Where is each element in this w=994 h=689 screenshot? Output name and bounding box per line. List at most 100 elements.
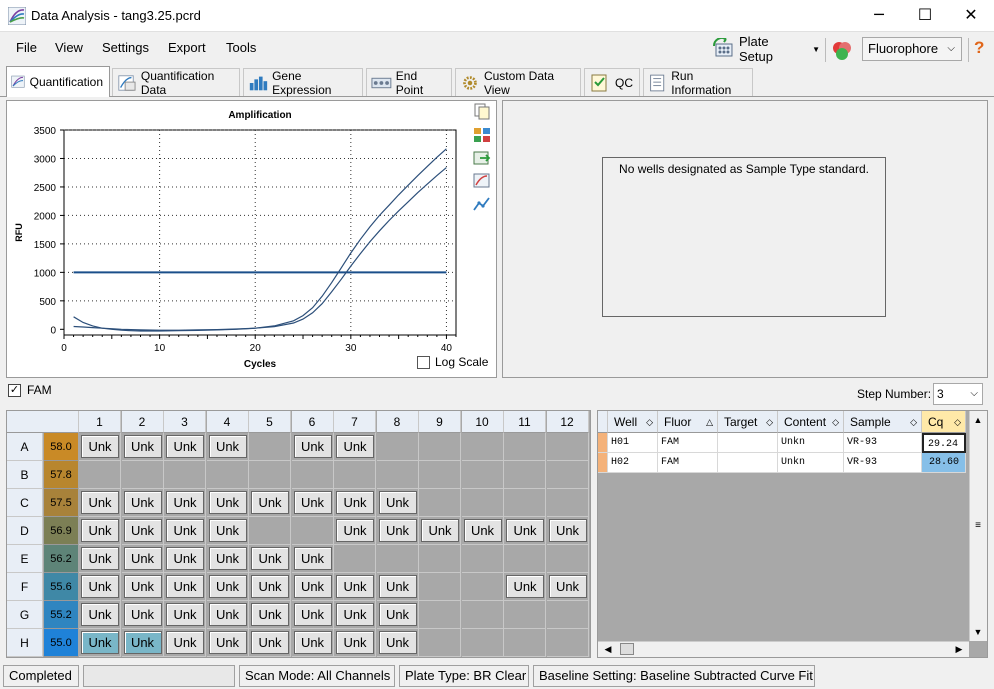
well-C08[interactable]: Unk — [376, 489, 419, 517]
well-F11[interactable]: Unk — [504, 573, 546, 601]
well-A02[interactable]: Unk — [121, 433, 164, 461]
well-D11[interactable]: Unk — [504, 517, 546, 545]
well-G11[interactable] — [504, 601, 546, 629]
well-H02[interactable]: Unk — [121, 629, 164, 657]
well-E12[interactable] — [546, 545, 589, 573]
well-G08[interactable]: Unk — [376, 601, 419, 629]
well-E11[interactable] — [504, 545, 546, 573]
well-D09[interactable]: Unk — [419, 517, 461, 545]
well-A03[interactable]: Unk — [164, 433, 206, 461]
fluorophore-select[interactable]: Fluorophore ⌵ — [862, 37, 962, 61]
grid-cell-well[interactable]: H02 — [608, 453, 658, 473]
well-G03[interactable]: Unk — [164, 601, 206, 629]
row-selector[interactable] — [598, 453, 608, 473]
menu-export[interactable]: Export — [168, 40, 206, 55]
well-C07[interactable]: Unk — [334, 489, 376, 517]
column-header-7[interactable]: 7 — [334, 411, 376, 433]
tab-run-information[interactable]: Run Information — [643, 68, 753, 97]
grid-cell-target[interactable] — [718, 453, 778, 473]
well-B10[interactable] — [461, 461, 504, 489]
well-E10[interactable] — [461, 545, 504, 573]
well-B12[interactable] — [546, 461, 589, 489]
well-H05[interactable]: Unk — [249, 629, 291, 657]
well-B01[interactable] — [79, 461, 121, 489]
well-A06[interactable]: Unk — [291, 433, 334, 461]
row-header-D[interactable]: D — [7, 517, 43, 545]
menu-file[interactable]: File — [16, 40, 37, 55]
column-header-9[interactable]: 9 — [419, 411, 461, 433]
scrollbar-thumb[interactable] — [620, 643, 634, 655]
well-F03[interactable]: Unk — [164, 573, 206, 601]
well-D03[interactable]: Unk — [164, 517, 206, 545]
horizontal-scrollbar[interactable] — [598, 641, 969, 657]
well-A01[interactable]: Unk — [79, 433, 121, 461]
well-A12[interactable] — [546, 433, 589, 461]
well-E02[interactable]: Unk — [121, 545, 164, 573]
well-A10[interactable] — [461, 433, 504, 461]
well-D01[interactable]: Unk — [79, 517, 121, 545]
grid-cell-sample[interactable]: VR-93 — [844, 453, 922, 473]
well-G09[interactable] — [419, 601, 461, 629]
well-C02[interactable]: Unk — [121, 489, 164, 517]
grid-cell-cq[interactable]: 28.60 — [922, 453, 966, 473]
well-A04[interactable]: Unk — [206, 433, 249, 461]
well-A05[interactable] — [249, 433, 291, 461]
well-H01[interactable]: Unk — [79, 629, 121, 657]
well-D07[interactable]: Unk — [334, 517, 376, 545]
column-header-4[interactable]: 4 — [206, 411, 249, 433]
copy-icon[interactable] — [472, 103, 492, 121]
menu-settings[interactable]: Settings — [102, 40, 149, 55]
well-G05[interactable]: Unk — [249, 601, 291, 629]
well-C11[interactable] — [504, 489, 546, 517]
well-F09[interactable] — [419, 573, 461, 601]
well-A07[interactable]: Unk — [334, 433, 376, 461]
well-B04[interactable] — [206, 461, 249, 489]
fam-toggle[interactable]: ✓ FAM — [8, 383, 52, 397]
well-G01[interactable]: Unk — [79, 601, 121, 629]
tab-custom-data-view[interactable]: Custom Data View — [455, 68, 581, 97]
well-C03[interactable]: Unk — [164, 489, 206, 517]
well-B02[interactable] — [121, 461, 164, 489]
minimize-button[interactable]: ─ — [856, 0, 902, 32]
well-H11[interactable] — [504, 629, 546, 657]
well-D06[interactable] — [291, 517, 334, 545]
column-header-12[interactable]: 12 — [546, 411, 589, 433]
well-B05[interactable] — [249, 461, 291, 489]
grid-cell-target[interactable] — [718, 433, 778, 453]
row-header-H[interactable]: H — [7, 629, 43, 657]
well-E07[interactable] — [334, 545, 376, 573]
well-B03[interactable] — [164, 461, 206, 489]
well-C12[interactable] — [546, 489, 589, 517]
maximize-button[interactable]: ☐ — [902, 0, 948, 32]
grid-cell-fluor[interactable]: FAM — [658, 433, 718, 453]
row-header-F[interactable]: F — [7, 573, 43, 601]
well-A09[interactable] — [419, 433, 461, 461]
column-header-1[interactable]: 1 — [79, 411, 121, 433]
well-C01[interactable]: Unk — [79, 489, 121, 517]
well-F02[interactable]: Unk — [121, 573, 164, 601]
log-scale-toggle[interactable]: Log Scale — [417, 355, 488, 369]
well-E08[interactable] — [376, 545, 419, 573]
well-F08[interactable]: Unk — [376, 573, 419, 601]
well-C04[interactable]: Unk — [206, 489, 249, 517]
well-B11[interactable] — [504, 461, 546, 489]
well-H03[interactable]: Unk — [164, 629, 206, 657]
well-B07[interactable] — [334, 461, 376, 489]
column-header-cq[interactable]: Cq ◇ — [922, 411, 966, 433]
well-D12[interactable]: Unk — [546, 517, 589, 545]
grid-cell-content[interactable]: Unkn — [778, 453, 844, 473]
column-header-8[interactable]: 8 — [376, 411, 419, 433]
help-icon[interactable]: ? — [974, 38, 984, 58]
grid-cell-well[interactable]: H01 — [608, 433, 658, 453]
well-D08[interactable]: Unk — [376, 517, 419, 545]
well-C05[interactable]: Unk — [249, 489, 291, 517]
column-header-fluor[interactable]: Fluor △ — [658, 411, 718, 433]
grid-cell-sample[interactable]: VR-93 — [844, 433, 922, 453]
column-header-5[interactable]: 5 — [249, 411, 291, 433]
well-H08[interactable]: Unk — [376, 629, 419, 657]
grid-corner[interactable] — [598, 411, 608, 433]
well-E05[interactable]: Unk — [249, 545, 291, 573]
well-H06[interactable]: Unk — [291, 629, 334, 657]
menu-tools[interactable]: Tools — [226, 40, 256, 55]
amplification-chart[interactable]: Amplification Cycles RFU 0 500 1000 1500 2000 25… — [7, 101, 469, 377]
